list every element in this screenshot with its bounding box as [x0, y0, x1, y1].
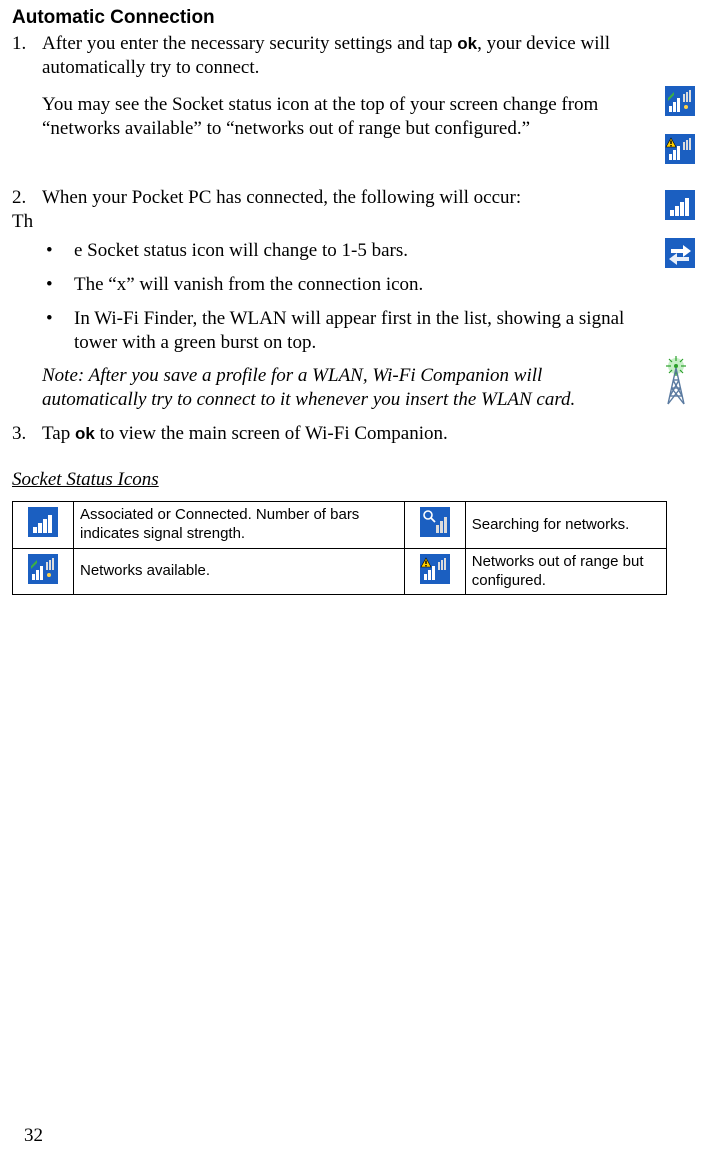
note-text: Note: After you save a profile for a WLA…	[42, 364, 645, 412]
signal-tower-green-burst-icon	[657, 356, 695, 406]
bullet-3: • In Wi-Fi Finder, the WLAN will appear …	[42, 307, 645, 355]
bullet-3-text: In Wi-Fi Finder, the WLAN will appear fi…	[74, 307, 645, 355]
step-2-th-fragment: Th	[12, 210, 645, 234]
signal-bars-icon	[28, 507, 58, 537]
connection-arrows-icon	[665, 238, 695, 268]
step-2: 2. When your Pocket PC has connected, th…	[12, 186, 645, 210]
table-icon-connected	[13, 502, 74, 549]
table-icon-available	[13, 548, 74, 595]
step-3-number: 3.	[12, 422, 42, 446]
table-desc-connected: Associated or Connected. Number of bars …	[74, 502, 405, 549]
step-1-number: 1.	[12, 32, 42, 141]
table-icon-outofrange	[404, 548, 465, 595]
step-1: 1. After you enter the necessary securit…	[12, 32, 645, 141]
table-row: Associated or Connected. Number of bars …	[13, 502, 667, 549]
step-1b-text: You may see the Socket status icon at th…	[42, 93, 645, 141]
page-number: 32	[24, 1124, 43, 1148]
table-icon-searching	[404, 502, 465, 549]
bullet-1-text: e Socket status icon will change to 1-5 …	[74, 239, 645, 263]
networks-out-of-range-icon	[420, 554, 450, 584]
bullet-2-text: The “x” will vanish from the connection …	[74, 273, 645, 297]
searching-networks-icon	[420, 507, 450, 537]
networks-available-icon	[665, 86, 695, 116]
step-1a-ok: ok	[457, 34, 477, 53]
table-desc-searching: Searching for networks.	[465, 502, 666, 549]
networks-out-of-range-icon	[665, 134, 695, 164]
step-3-text-pre: Tap	[42, 423, 75, 444]
status-icons-subheading: Socket Status Icons	[12, 468, 695, 492]
table-row: Networks available. Networks out of rang…	[13, 548, 667, 595]
section-heading: Automatic Connection	[12, 6, 695, 30]
step-2-number: 2.	[12, 186, 42, 210]
status-icons-table: Associated or Connected. Number of bars …	[12, 501, 667, 595]
table-desc-outofrange: Networks out of range but configured.	[465, 548, 666, 595]
signal-bars-icon	[665, 190, 695, 220]
step-3-ok: ok	[75, 424, 95, 443]
table-desc-available: Networks available.	[74, 548, 405, 595]
networks-available-icon	[28, 554, 58, 584]
bullet-dot-icon: •	[42, 239, 74, 263]
bullet-dot-icon: •	[42, 307, 74, 355]
step-1a-text-pre: After you enter the necessary security s…	[42, 33, 457, 54]
bullet-1: • e Socket status icon will change to 1-…	[42, 239, 645, 263]
step-3: 3. Tap ok to view the main screen of Wi-…	[12, 422, 695, 446]
bullet-dot-icon: •	[42, 273, 74, 297]
step-2-text: When your Pocket PC has connected, the f…	[42, 187, 521, 208]
step-3-text-post: to view the main screen of Wi-Fi Compani…	[95, 423, 448, 444]
bullet-2: • The “x” will vanish from the connectio…	[42, 273, 645, 297]
